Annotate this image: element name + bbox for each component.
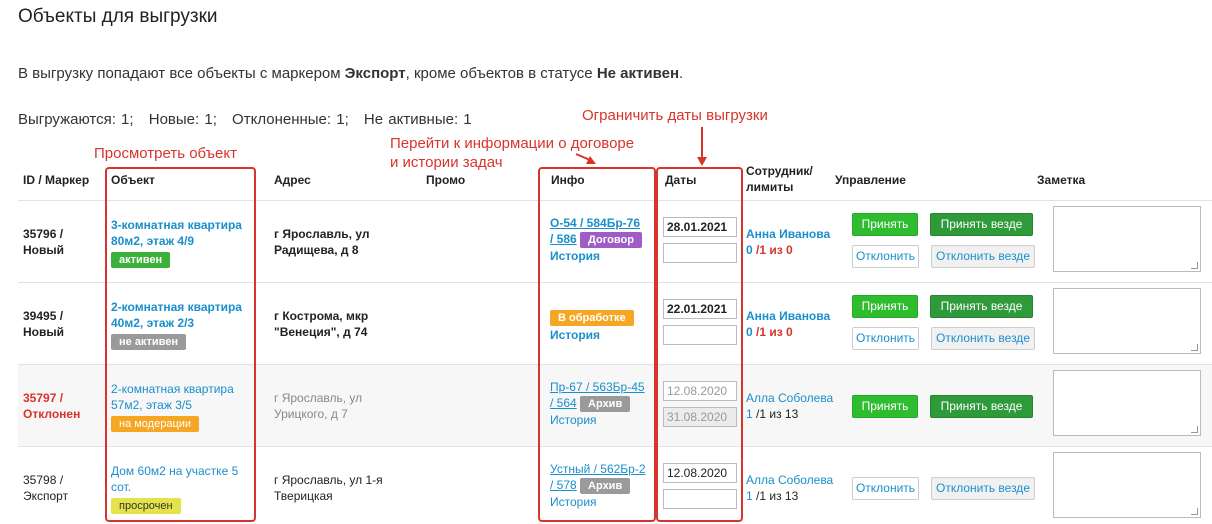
row4-staff: Алла Соболева 1 /1 из 13 — [746, 472, 834, 503]
col-header-promo: Промо — [426, 173, 466, 187]
row4-note-field[interactable] — [1053, 452, 1201, 518]
row1-decline-button[interactable]: Отклонить — [852, 245, 919, 268]
annotation-box-info — [538, 167, 656, 522]
row1-staff: Анна Иванова 0 /1 из 0 — [746, 226, 831, 257]
row3-staff: Алла Соболева 1 /1 из 13 — [746, 390, 834, 421]
row3-id: 35797 / Отклонен — [23, 391, 81, 421]
row4-decline-all-button[interactable]: Отклонить везде — [931, 477, 1035, 500]
col-header-id: ID / Маркер — [23, 173, 90, 187]
row1-id: 35796 / Новый — [23, 227, 64, 257]
col-header-address: Адрес — [274, 173, 311, 187]
row2-staff-link[interactable]: Анна Иванова — [746, 308, 830, 324]
row2-accept-button[interactable]: Принять — [852, 295, 918, 318]
row1-accept-button[interactable]: Принять — [852, 213, 918, 236]
row2-accept-all-button[interactable]: Принять везде — [930, 295, 1033, 318]
row1-decline-all-button[interactable]: Отклонить везде — [931, 245, 1035, 268]
row4-decline-button[interactable]: Отклонить — [852, 477, 919, 500]
row3-accept-all-button[interactable]: Принять везде — [930, 395, 1033, 418]
row3-accept-button[interactable]: Принять — [852, 395, 918, 418]
arrow-dates-head — [697, 157, 707, 166]
row2-decline-all-button[interactable]: Отклонить везде — [931, 327, 1035, 350]
row3-staff-link[interactable]: Алла Соболева — [746, 390, 833, 406]
row3-address: г Ярославль, ул Урицкого, д 7 — [274, 391, 363, 421]
annotation-box-object — [105, 167, 256, 522]
row2-decline-button[interactable]: Отклонить — [852, 327, 919, 350]
col-header-staff: Сотрудник/ лимиты — [746, 164, 813, 194]
row4-id: 35798 / Экспорт — [23, 473, 69, 503]
row2-note-field[interactable] — [1053, 288, 1201, 354]
col-header-note: Заметка — [1037, 173, 1086, 187]
row2-staff: Анна Иванова 0 /1 из 0 — [746, 308, 831, 339]
row2-address: г Кострома, мкр "Венеция", д 74 — [274, 309, 369, 339]
row1-staff-link[interactable]: Анна Иванова — [746, 226, 830, 242]
row3-note-field[interactable] — [1053, 370, 1201, 436]
row1-note-field[interactable] — [1053, 206, 1201, 272]
annotation-box-dates — [656, 167, 743, 522]
row1-accept-all-button[interactable]: Принять везде — [930, 213, 1033, 236]
arrow-info-line — [575, 153, 591, 161]
col-header-manage: Управление — [835, 173, 906, 187]
row4-staff-link[interactable]: Алла Соболева — [746, 472, 833, 488]
row2-id: 39495 / Новый — [23, 309, 64, 339]
row1-address: г Ярославль, ул Радищева, д 8 — [274, 227, 370, 257]
row4-address: г Ярославль, ул 1-я Тверицкая — [274, 473, 383, 503]
